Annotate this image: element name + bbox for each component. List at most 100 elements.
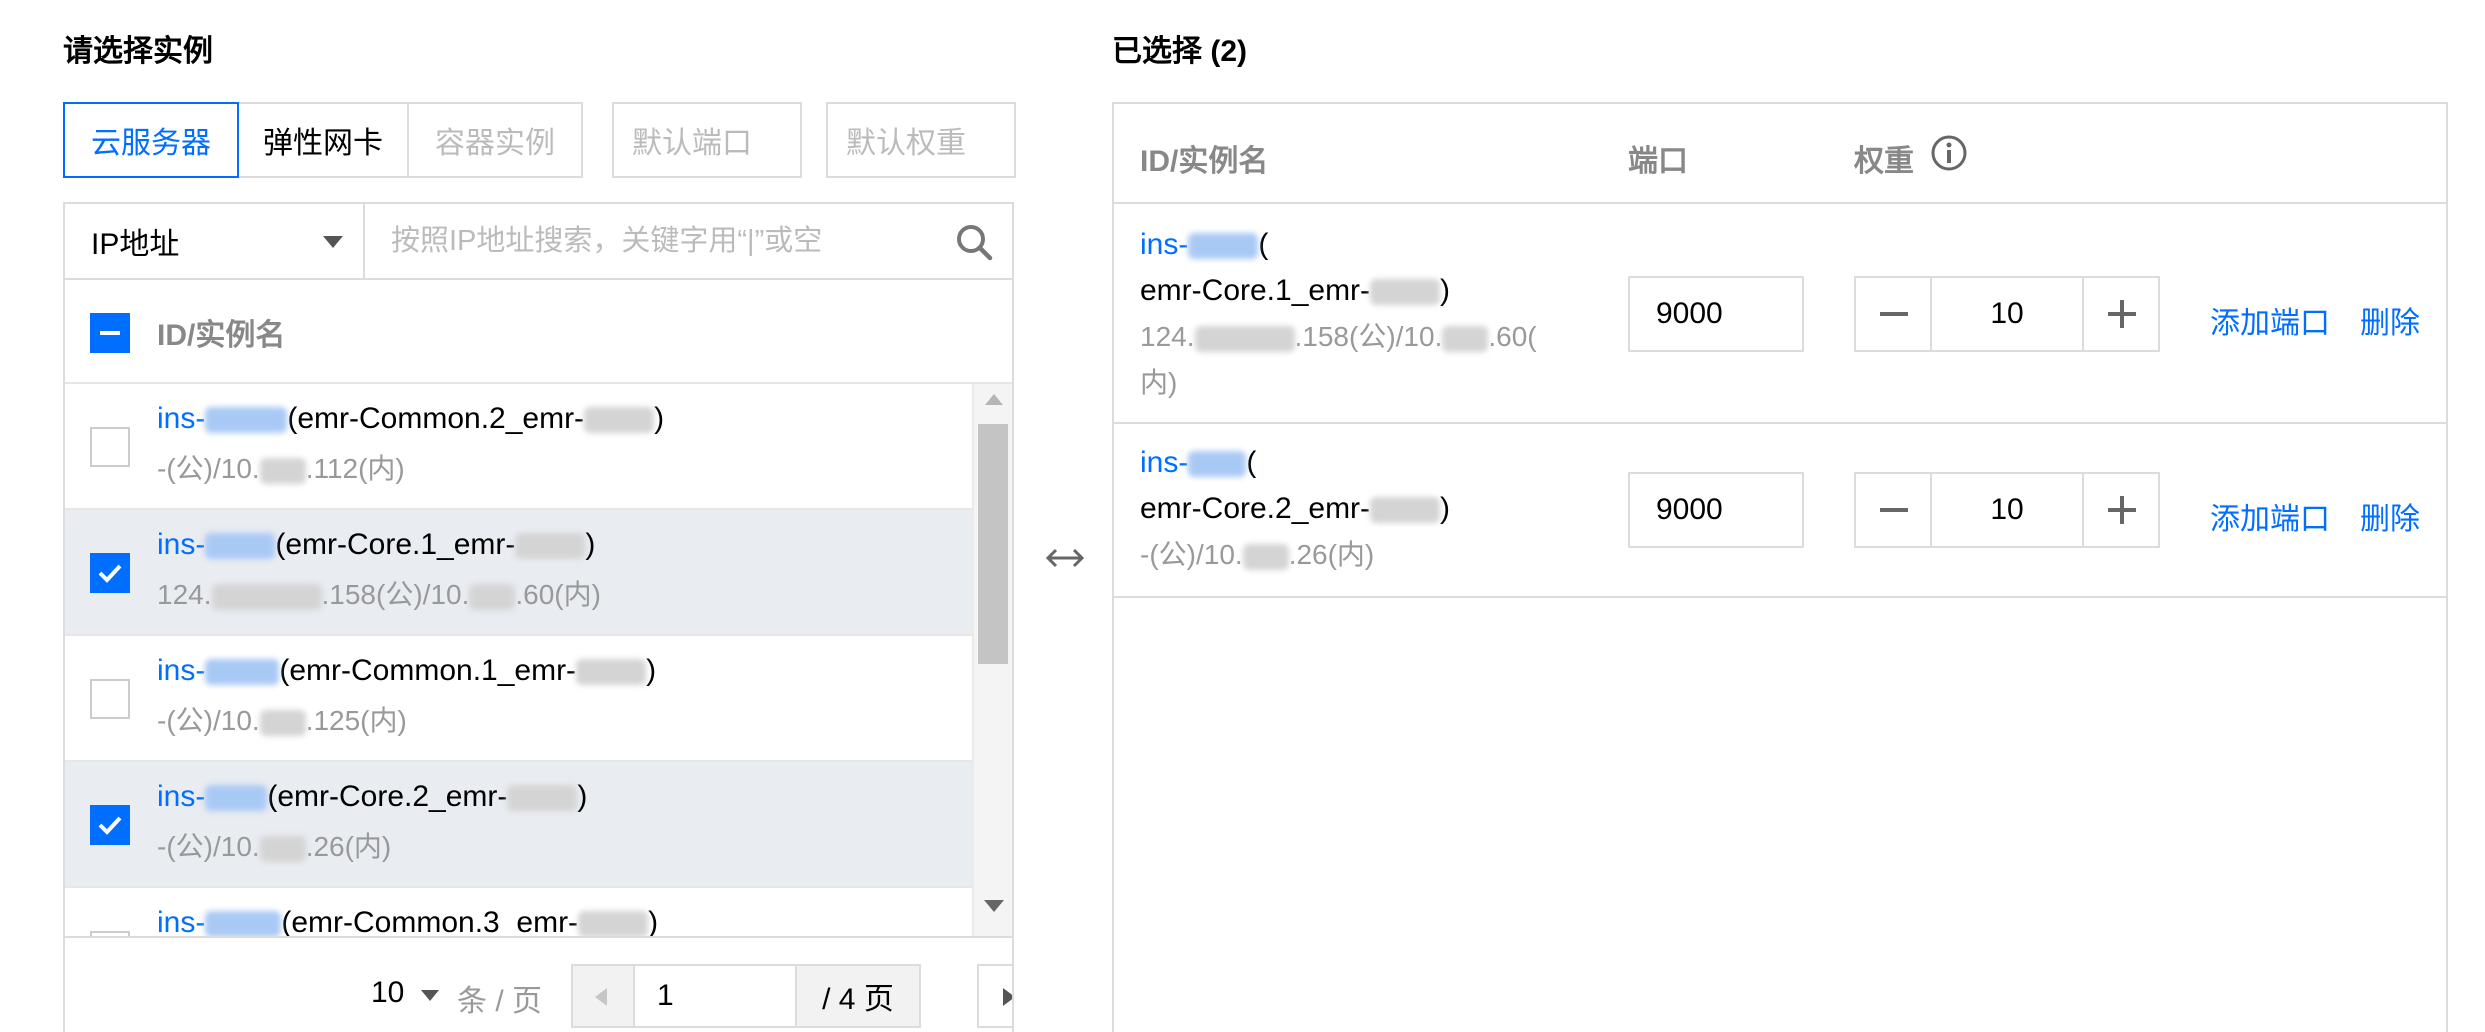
caret-down-icon — [323, 236, 343, 248]
port-input[interactable]: 9000 — [1628, 276, 1804, 352]
info-icon[interactable] — [1930, 134, 1968, 172]
row-checkbox[interactable] — [90, 427, 130, 467]
instance-name: (emr-Common.2_emr- — [287, 402, 585, 435]
weight-increase-button[interactable] — [2082, 474, 2158, 546]
search-icon[interactable] — [954, 222, 994, 262]
instance-name-end: ) — [646, 654, 657, 687]
column-port: 端口 — [1628, 145, 1688, 178]
weight-decrease-button[interactable] — [1856, 474, 1932, 546]
row-title: ins- (emr-Core.1_emr-) — [157, 528, 595, 562]
weight-value[interactable]: 10 — [1932, 474, 2082, 546]
scroll-up-arrow-icon[interactable] — [985, 394, 1003, 405]
weight-value[interactable]: 10 — [1932, 278, 2082, 350]
ip-prefix: -(公)/10. — [1140, 539, 1243, 570]
redacted-id — [205, 407, 288, 434]
redacted-ip — [259, 457, 306, 484]
next-page-button[interactable] — [977, 964, 1012, 1028]
redacted-name — [507, 785, 578, 812]
selected-table-header: ID/实例名 端口 权重 — [1114, 104, 2446, 204]
row-ip: -(公)/10. .112(内) — [157, 447, 405, 487]
list-header-label: ID/实例名 — [157, 319, 286, 352]
row-checkbox[interactable] — [90, 679, 130, 719]
instance-id-link[interactable]: ins- — [157, 402, 205, 435]
selected-ip-line: -(公)/10. .26(内) — [1140, 532, 1374, 578]
redacted-name — [576, 659, 647, 686]
instance-name-end: ) — [585, 528, 596, 561]
table-row[interactable]: ins- (emr-Common.3_emr-) — [65, 888, 972, 936]
list-scrollbar[interactable] — [972, 384, 1012, 936]
ip-suffix: .26(内) — [305, 831, 392, 862]
search-field-value: IP地址 — [91, 228, 180, 261]
list-header: ID/实例名 — [65, 282, 1012, 384]
instance-list-panel: IP地址 ID/实例名 ins- (emr-Common.2_emr-) -(公)… — [63, 202, 1014, 1032]
plus-icon — [2120, 496, 2124, 524]
table-row[interactable]: ins- (emr-Core.2_emr-) -(公)/10. .26(内) — [65, 762, 972, 888]
weight-decrease-button[interactable] — [1856, 278, 1932, 350]
ip-suffix: .60(内) — [515, 579, 601, 610]
select-all-checkbox[interactable] — [90, 313, 130, 353]
tab-container[interactable]: 容器实例 — [407, 102, 583, 178]
table-row[interactable]: ins- (emr-Common.2_emr-) -(公)/10. .112(内) — [65, 384, 972, 510]
plus-icon — [2120, 300, 2124, 328]
selected-name-line: emr-Core.1_emr-) — [1140, 268, 1450, 314]
ip-suffix: .60( — [1488, 321, 1537, 352]
instance-id-link[interactable]: ins- — [157, 780, 205, 813]
prev-page-button[interactable] — [571, 964, 635, 1028]
search-input[interactable] — [367, 204, 942, 278]
row-checkbox[interactable] — [90, 805, 130, 845]
redacted-name — [584, 407, 655, 434]
default-port-input[interactable]: 默认端口 — [612, 102, 802, 178]
page-size-value[interactable]: 10 — [371, 976, 404, 1010]
page-number-input[interactable]: 1 — [633, 964, 797, 1028]
redacted-name — [1370, 279, 1441, 306]
right-panel-title: 已选择 (2) — [1112, 35, 1247, 68]
weight-increase-button[interactable] — [2082, 278, 2158, 350]
delete-link[interactable]: 删除 — [2360, 494, 2420, 538]
instance-name-end: ) — [654, 402, 665, 435]
ip-mid: .158(公)/10. — [321, 579, 470, 610]
table-row[interactable]: ins- (emr-Common.1_emr-) -(公)/10. .125(内) — [65, 636, 972, 762]
instance-id-link[interactable]: ins- — [1140, 446, 1188, 479]
add-port-link[interactable]: 添加端口 — [2210, 494, 2330, 538]
weight-stepper: 10 — [1854, 472, 2160, 548]
row-ip: 124. .158(公)/10. .60(内) — [157, 573, 601, 613]
port-input[interactable]: 9000 — [1628, 472, 1804, 548]
instance-id-link[interactable]: ins- — [1140, 228, 1188, 261]
selected-id-line: ins- ( — [1140, 440, 1256, 486]
add-port-link[interactable]: 添加端口 — [2210, 298, 2330, 342]
instance-name: (emr-Core.2_emr- — [267, 780, 508, 813]
default-weight-input[interactable]: 默认权重 — [826, 102, 1016, 178]
redacted-id — [205, 659, 280, 686]
instance-id-link[interactable]: ins- — [157, 906, 205, 936]
scroll-thumb[interactable] — [978, 424, 1008, 664]
instance-id-link[interactable]: ins- — [157, 528, 205, 561]
instance-name: (emr-Common.1_emr- — [279, 654, 577, 687]
caret-down-icon[interactable] — [421, 990, 439, 1001]
left-panel-title: 请选择实例 — [63, 35, 213, 68]
row-ip: -(公)/10. .26(内) — [157, 825, 391, 865]
ip-suffix: .125(内) — [305, 705, 407, 736]
redacted-id — [1188, 233, 1259, 260]
instance-id-link[interactable]: ins- — [157, 654, 205, 687]
redacted-id — [205, 911, 282, 936]
table-row[interactable]: ins- (emr-Core.1_emr-) 124. .158(公)/10. .60… — [65, 510, 972, 636]
pagination: 10 条 / 页 1 / 4 页 — [65, 936, 1012, 1032]
column-weight: 权重 — [1854, 145, 1914, 178]
instance-name-end: ) — [648, 906, 659, 936]
selected-id-line: ins- ( — [1140, 222, 1268, 268]
delete-link[interactable]: 删除 — [2360, 298, 2420, 342]
search-field-select[interactable]: IP地址 — [65, 204, 365, 278]
selected-row: ins- ( emr-Core.2_emr-) -(公)/10. .26(内) 90… — [1114, 424, 2446, 598]
redacted-ip — [1442, 325, 1489, 352]
row-checkbox[interactable] — [90, 553, 130, 593]
tab-cvm[interactable]: 云服务器 — [63, 102, 239, 178]
column-id: ID/实例名 — [1140, 145, 1269, 178]
ip-suffix: .112(内) — [305, 453, 405, 484]
tab-eni[interactable]: 弹性网卡 — [237, 102, 409, 178]
instance-name: emr-Core.2_emr- — [1140, 492, 1371, 525]
selected-ip-line: 124. .158(公)/10. .60( — [1140, 314, 1537, 360]
instance-rows: ins- (emr-Common.2_emr-) -(公)/10. .112(内) … — [65, 384, 972, 936]
scroll-down-arrow-icon[interactable] — [984, 900, 1004, 912]
redacted-id — [1188, 451, 1247, 478]
transfer-arrows-icon — [1045, 548, 1085, 568]
